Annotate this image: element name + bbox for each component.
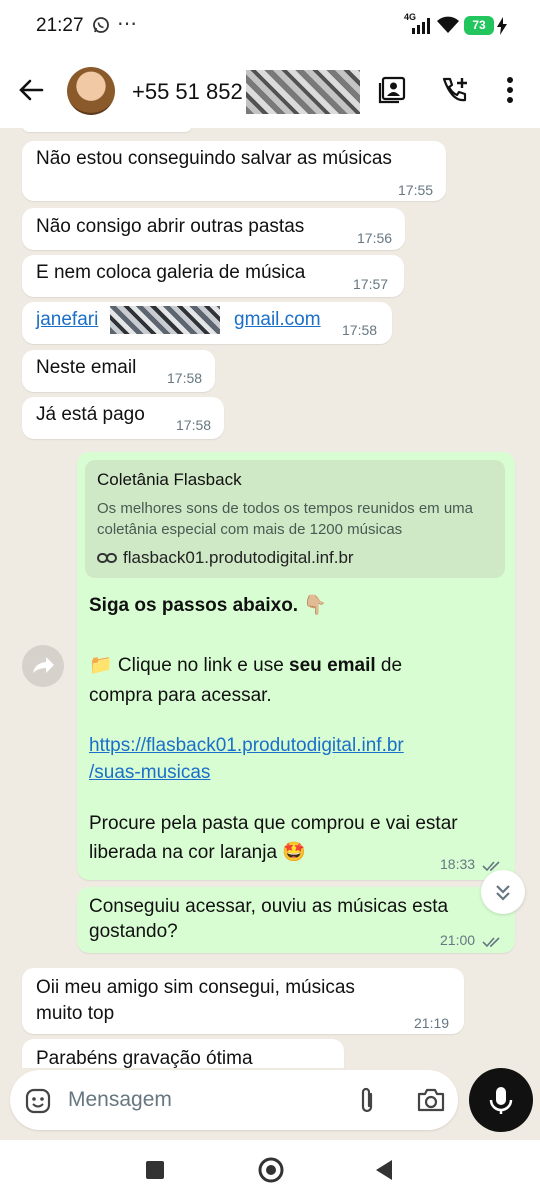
link-preview-title: Coletânia Flasback (97, 470, 242, 489)
message-text: Parabéns gravação ótima (36, 1048, 253, 1068)
message-list[interactable]: Não estou conseguindo salvar as músicas … (0, 128, 540, 1068)
attach-icon[interactable] (358, 1086, 376, 1121)
wifi-icon (437, 16, 459, 39)
scroll-to-bottom-button[interactable] (481, 870, 525, 914)
contact-card-icon[interactable] (378, 76, 406, 109)
battery-indicator: 73 (464, 16, 494, 35)
message-bubble[interactable]: Não estou conseguindo salvar as músicas … (22, 141, 446, 201)
whatsapp-status-icon (92, 16, 110, 39)
contact-avatar[interactable] (67, 67, 115, 115)
message-bubble[interactable]: janefari gmail.com 17:58 (22, 302, 392, 344)
redacted-number (246, 70, 360, 114)
voice-record-button[interactable] (469, 1068, 533, 1132)
message-bubble-partial[interactable]: Parabéns gravação ótima (22, 1039, 344, 1068)
message-bubble[interactable]: E nem coloca galeria de música 17:57 (22, 255, 404, 297)
message-time: 21:19 (414, 1015, 450, 1031)
more-options-icon[interactable] (505, 76, 515, 109)
message-bubble[interactable]: Já está pago 17:58 (22, 397, 224, 439)
message-text: Oii meu amigo sim consegui, músicas (36, 977, 355, 998)
read-receipt-icon (482, 935, 502, 953)
message-link[interactable]: https://flasback01.produtodigital.inf.br (89, 732, 404, 759)
message-bubble[interactable]: Conseguiu acessar, ouviu as músicas esta… (77, 887, 515, 953)
contact-name[interactable]: +55 51 852 (132, 79, 243, 105)
link-chain-icon (97, 551, 117, 570)
message-text-cont: muito top (36, 1003, 115, 1024)
forward-button[interactable] (22, 645, 64, 687)
message-time: 17:55 (398, 182, 434, 198)
message-composer[interactable]: Mensagem (10, 1070, 458, 1130)
message-text-cont: gostando? (89, 921, 178, 942)
link-preview-description: Os melhores sons de todos os tempos reun… (97, 500, 474, 538)
message-time: 18:33 (440, 856, 476, 872)
link-preview-url: flasback01.produtodigital.inf.br (123, 548, 354, 567)
message-time: 21:00 (440, 932, 476, 948)
system-navigation-bar (0, 1140, 540, 1200)
redacted-email (110, 306, 220, 334)
message-time: 17:58 (167, 370, 203, 386)
message-bubble[interactable]: Não consigo abrir outras pastas 17:56 (22, 208, 405, 250)
message-instruction: 📁 Clique no link e use seu email de (89, 655, 403, 676)
message-text-cont: liberada na cor laranja 🤩 (89, 842, 306, 863)
recents-button[interactable] (145, 1160, 165, 1185)
back-button[interactable] (374, 1159, 394, 1186)
forwarded-message-bubble[interactable]: Coletânia Flasback Os melhores sons de t… (77, 452, 515, 880)
email-link-start[interactable]: janefari (36, 306, 98, 333)
email-link-end[interactable]: gmail.com (234, 306, 321, 333)
message-text: Conseguiu acessar, ouviu as músicas esta (89, 896, 449, 917)
clipped-message (22, 128, 192, 132)
message-link-cont[interactable]: /suas-musicas (89, 759, 210, 786)
camera-icon[interactable] (416, 1087, 446, 1118)
message-input[interactable]: Mensagem (68, 1088, 172, 1112)
signal-icon (412, 18, 432, 39)
message-instruction-cont: compra para acessar. (89, 685, 272, 706)
message-time: 17:57 (353, 276, 389, 292)
home-button[interactable] (257, 1156, 285, 1189)
status-bar: 21:27 ⋯ 4G 73 (0, 0, 540, 52)
more-notifications-icon: ⋯ (117, 13, 138, 35)
status-time: 21:27 (36, 15, 84, 36)
back-arrow-icon[interactable] (18, 78, 44, 107)
message-heading: Siga os passos abaixo. 👇🏼 (89, 595, 328, 616)
charging-icon (497, 17, 507, 40)
message-text: Não consigo abrir outras pastas (36, 216, 305, 237)
message-text: Já está pago (36, 404, 145, 425)
message-time: 17:58 (342, 322, 378, 338)
chat-header: +55 51 852 (0, 52, 540, 128)
message-time: 17:58 (176, 417, 212, 433)
add-call-icon[interactable] (440, 76, 470, 109)
message-bubble[interactable]: Neste email 17:58 (22, 350, 215, 392)
message-text: E nem coloca galeria de música (36, 262, 306, 283)
link-preview[interactable]: Coletânia Flasback Os melhores sons de t… (85, 460, 505, 578)
emoji-icon[interactable] (24, 1087, 52, 1120)
message-bubble[interactable]: Oii meu amigo sim consegui, músicas muit… (22, 968, 464, 1034)
message-text: Neste email (36, 357, 137, 378)
message-time: 17:56 (357, 230, 393, 246)
message-text: Procure pela pasta que comprou e vai est… (89, 813, 458, 834)
message-text: Não estou conseguindo salvar as músicas (36, 148, 392, 169)
